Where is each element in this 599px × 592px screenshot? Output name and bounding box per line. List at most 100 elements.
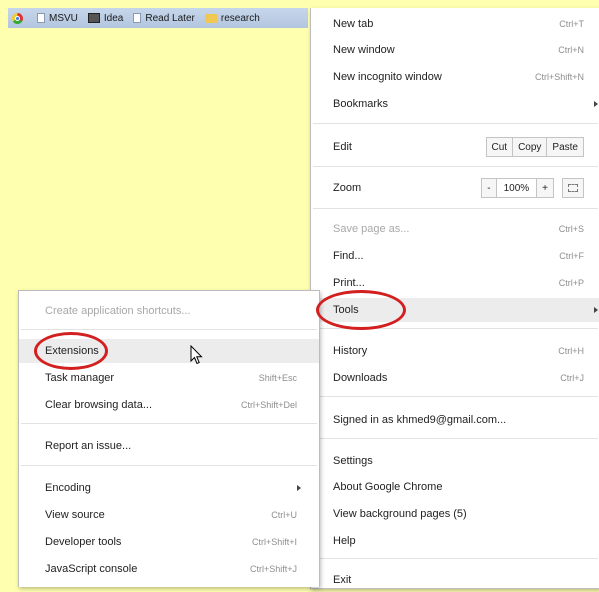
menu-separator	[21, 465, 317, 466]
bookmark-label: Idea	[103, 12, 124, 24]
menu-item-shortcut: Ctrl+S	[558, 224, 584, 234]
fullscreen-button[interactable]	[562, 178, 584, 198]
menu-separator	[313, 438, 598, 439]
menu-item-shortcut: Ctrl+P	[558, 278, 584, 288]
menu-item-downloads[interactable]: Downloads Ctrl+J	[311, 366, 599, 390]
menu-item-label: Print...	[333, 277, 365, 289]
menu-item-label: Extensions	[45, 345, 99, 357]
cut-button[interactable]: Cut	[485, 137, 514, 157]
menu-item-shortcut: Ctrl+N	[558, 45, 584, 55]
menu-item-new-incognito-window[interactable]: New incognito window Ctrl+Shift+N	[311, 65, 599, 89]
menu-item-find[interactable]: Find... Ctrl+F	[311, 244, 599, 268]
menu-item-javascript-console[interactable]: JavaScript console Ctrl+Shift+J	[19, 557, 319, 581]
menu-item-label: Zoom	[333, 182, 362, 194]
menu-item-print[interactable]: Print... Ctrl+P	[311, 271, 599, 295]
menu-item-shortcut: Shift+Esc	[258, 373, 297, 383]
menu-item-label: Task manager	[45, 372, 115, 384]
menu-item-signed-in[interactable]: Signed in as khmed9@gmail.com...	[311, 408, 599, 432]
menu-item-about-chrome[interactable]: About Google Chrome	[311, 475, 599, 499]
menu-item-create-app-shortcuts[interactable]: Create application shortcuts...	[19, 299, 319, 323]
menu-item-label: New window	[333, 44, 395, 56]
menu-item-bookmarks[interactable]: Bookmarks	[311, 92, 599, 116]
menu-item-shortcut: Ctrl+F	[559, 251, 584, 261]
bookmark-msvu[interactable]: MSVU	[37, 13, 78, 24]
fullscreen-icon	[568, 184, 578, 192]
menu-item-report-issue[interactable]: Report an issue...	[19, 434, 319, 458]
menu-separator	[313, 166, 598, 167]
menu-item-label: Find...	[333, 250, 364, 262]
menu-item-developer-tools[interactable]: Developer tools Ctrl+Shift+I	[19, 530, 319, 554]
menu-item-label: Help	[333, 535, 356, 547]
menu-separator	[313, 208, 598, 209]
bookmark-label: Read Later	[145, 12, 195, 24]
menu-item-label: Save page as...	[333, 223, 410, 235]
menu-item-label: Report an issue...	[45, 440, 132, 452]
menu-item-shortcut: Ctrl+H	[558, 346, 584, 356]
menu-item-extensions[interactable]: Extensions	[19, 339, 319, 363]
menu-item-label: Signed in as khmed9@gmail.com...	[333, 414, 507, 426]
menu-item-label: Exit	[333, 574, 352, 586]
menu-item-shortcut: Ctrl+T	[559, 19, 584, 29]
menu-item-edit: Edit Cut Copy Paste	[311, 135, 599, 159]
menu-item-label: Settings	[333, 455, 373, 467]
menu-item-view-source[interactable]: View source Ctrl+U	[19, 503, 319, 527]
bookmark-idea[interactable]: Idea	[87, 12, 124, 24]
paste-button[interactable]: Paste	[546, 137, 584, 157]
menu-item-shortcut: Ctrl+Shift+I	[251, 537, 297, 547]
menu-item-label: Downloads	[333, 372, 388, 384]
menu-item-label: Tools	[333, 304, 359, 316]
menu-item-help[interactable]: Help	[311, 529, 599, 553]
menu-item-clear-browsing-data[interactable]: Clear browsing data... Ctrl+Shift+Del	[19, 393, 319, 417]
video-icon	[87, 13, 100, 23]
zoom-controls: - 100% +	[481, 178, 584, 198]
copy-button[interactable]: Copy	[512, 137, 548, 157]
menu-separator	[21, 329, 317, 330]
menu-item-label: View background pages (5)	[333, 508, 467, 520]
menu-item-label: History	[333, 345, 368, 357]
page-icon	[37, 13, 45, 23]
mouse-cursor-icon	[190, 345, 203, 365]
bookmark-read-later[interactable]: Read Later	[133, 12, 195, 24]
menu-separator	[313, 558, 598, 559]
menu-item-history[interactable]: History Ctrl+H	[311, 339, 599, 363]
bookmark-research[interactable]: research	[204, 12, 260, 24]
menu-item-exit[interactable]: Exit	[311, 568, 599, 592]
menu-item-background-pages[interactable]: View background pages (5)	[311, 502, 599, 526]
menu-item-shortcut: Ctrl+J	[560, 373, 584, 383]
page-icon	[133, 13, 142, 23]
submenu-arrow-icon	[594, 101, 598, 107]
bookmarks-bar: MSVU Idea Read Later research	[8, 8, 308, 28]
menu-item-task-manager[interactable]: Task manager Shift+Esc	[19, 366, 319, 390]
bookmark-chrome[interactable]	[12, 12, 27, 24]
zoom-in-button[interactable]: +	[536, 178, 554, 198]
menu-item-label: Developer tools	[45, 536, 122, 548]
folder-icon	[204, 13, 217, 23]
chrome-icon	[12, 12, 23, 24]
menu-item-new-tab[interactable]: New tab Ctrl+T	[311, 12, 599, 36]
menu-separator	[313, 396, 598, 397]
menu-separator	[313, 328, 598, 329]
menu-item-label: JavaScript console	[45, 563, 138, 575]
menu-item-label: Edit	[333, 141, 352, 153]
menu-item-label: Clear browsing data...	[45, 399, 152, 411]
menu-item-save-page[interactable]: Save page as... Ctrl+S	[311, 217, 599, 241]
tools-submenu: Create application shortcuts... Extensio…	[18, 290, 320, 587]
menu-item-label: Bookmarks	[333, 98, 389, 110]
menu-item-label: New tab	[333, 18, 374, 30]
menu-item-shortcut: Ctrl+Shift+J	[249, 564, 297, 574]
menu-separator	[21, 423, 317, 424]
bookmark-label: research	[220, 12, 260, 24]
menu-item-shortcut: Ctrl+Shift+N	[534, 72, 584, 82]
bookmark-label: MSVU	[49, 12, 78, 24]
zoom-out-button[interactable]: -	[481, 178, 497, 198]
menu-item-label: Create application shortcuts...	[45, 305, 191, 317]
menu-item-encoding[interactable]: Encoding	[19, 476, 319, 500]
menu-item-label: View source	[45, 509, 105, 521]
menu-item-label: About Google Chrome	[333, 481, 443, 493]
menu-item-new-window[interactable]: New window Ctrl+N	[311, 38, 599, 62]
menu-item-tools[interactable]: Tools	[311, 298, 599, 322]
menu-item-settings[interactable]: Settings	[311, 449, 599, 473]
submenu-arrow-icon	[297, 485, 301, 491]
submenu-arrow-icon	[594, 307, 598, 313]
menu-item-label: Encoding	[45, 482, 91, 494]
